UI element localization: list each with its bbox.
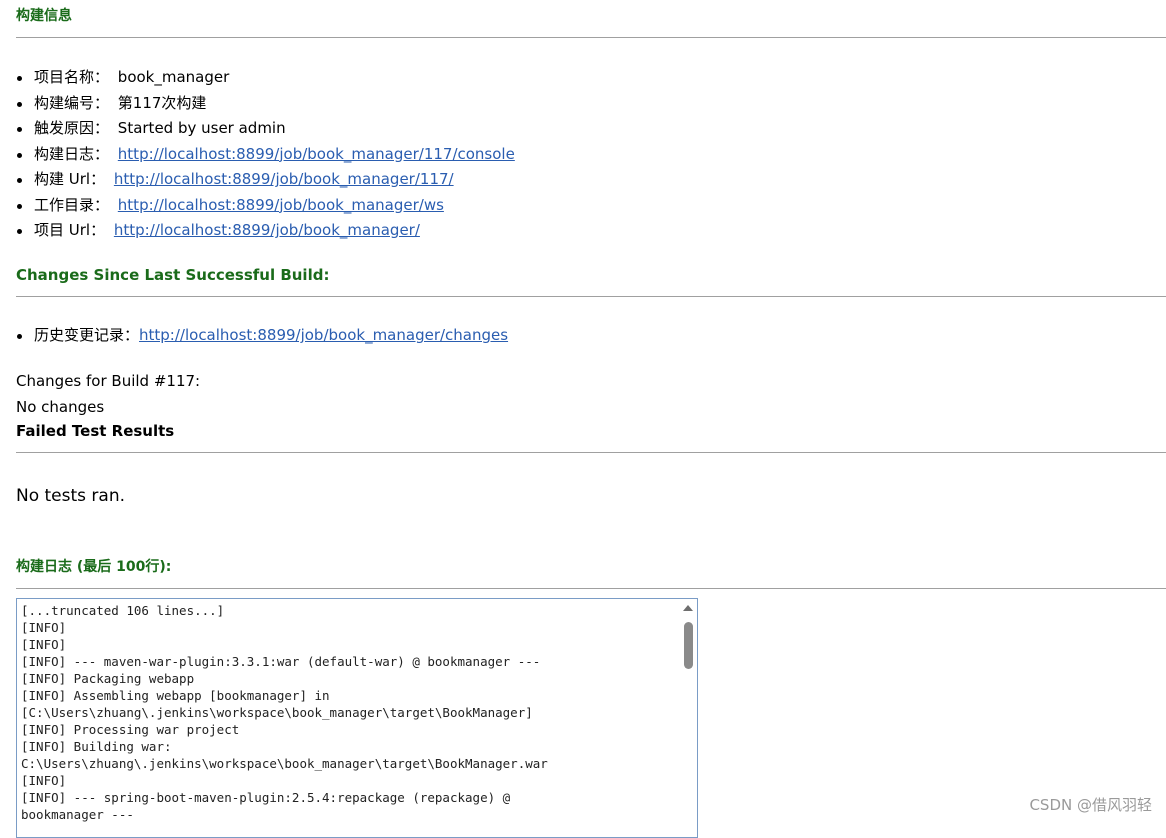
- list-item-history: 历史变更记录：http://localhost:8899/job/book_ma…: [16, 323, 508, 349]
- project-name-value: book_manager: [117, 68, 230, 86]
- history-changes-link[interactable]: http://localhost:8899/job/book_manager/c…: [139, 326, 508, 344]
- project-url-link[interactable]: http://localhost:8899/job/book_manager/: [114, 221, 420, 239]
- item-label: 触发原因：: [34, 119, 110, 137]
- item-label: 构建 Url：: [34, 170, 106, 188]
- list-item-build-log: 构建日志： http://localhost:8899/job/book_man…: [16, 142, 515, 168]
- workspace-link[interactable]: http://localhost:8899/job/book_manager/w…: [118, 196, 444, 214]
- item-label: 构建日志：: [34, 144, 110, 163]
- no-tests-text: No tests ran.: [16, 486, 126, 506]
- list-item-project-url: 项目 Url： http://localhost:8899/job/book_m…: [16, 218, 515, 244]
- build-number-value: 第117次构建: [117, 93, 207, 112]
- no-changes-text: No changes: [16, 398, 105, 416]
- list-item-project-name: 项目名称： book_manager: [16, 65, 515, 91]
- divider: [16, 452, 1166, 453]
- build-url-link[interactable]: http://localhost:8899/job/book_manager/1…: [114, 170, 454, 188]
- divider: [16, 296, 1166, 297]
- list-item-build-number: 构建编号： 第117次构建: [16, 91, 515, 117]
- divider: [16, 588, 1166, 589]
- build-info-list: 项目名称： book_manager 构建编号： 第117次构建 触发原因： S…: [16, 65, 515, 244]
- divider: [16, 37, 1166, 38]
- changes-list: 历史变更记录：http://localhost:8899/job/book_ma…: [16, 323, 508, 349]
- watermark: CSDN @借风羽轻: [1029, 796, 1152, 814]
- build-info-title: 构建信息: [16, 8, 72, 24]
- item-label: 构建编号：: [34, 93, 110, 112]
- scroll-up-arrow-icon[interactable]: [683, 605, 693, 611]
- build-log-link[interactable]: http://localhost:8899/job/book_manager/1…: [118, 145, 515, 163]
- scroll-thumb[interactable]: [684, 622, 693, 669]
- changes-for-build: Changes for Build #117:: [16, 372, 201, 390]
- console-log-text: [...truncated 106 lines...] [INFO] [INFO…: [21, 603, 548, 822]
- item-label: 工作目录：: [34, 195, 110, 214]
- console-log-textarea[interactable]: [...truncated 106 lines...] [INFO] [INFO…: [16, 598, 698, 838]
- list-item-trigger-cause: 触发原因： Started by user admin: [16, 116, 515, 142]
- console-scrollbar[interactable]: [680, 599, 697, 837]
- trigger-cause-value: Started by user admin: [117, 119, 286, 137]
- console-log-title: 构建日志 (最后 100行):: [16, 559, 172, 575]
- item-label: 项目名称：: [34, 68, 110, 86]
- list-item-workspace: 工作目录： http://localhost:8899/job/book_man…: [16, 193, 515, 219]
- list-item-build-url: 构建 Url： http://localhost:8899/job/book_m…: [16, 167, 515, 193]
- failed-tests-title: Failed Test Results: [16, 422, 175, 440]
- item-label: 项目 Url：: [34, 221, 106, 239]
- history-label: 历史变更记录：: [34, 326, 140, 344]
- changes-title: Changes Since Last Successful Build:: [16, 266, 330, 284]
